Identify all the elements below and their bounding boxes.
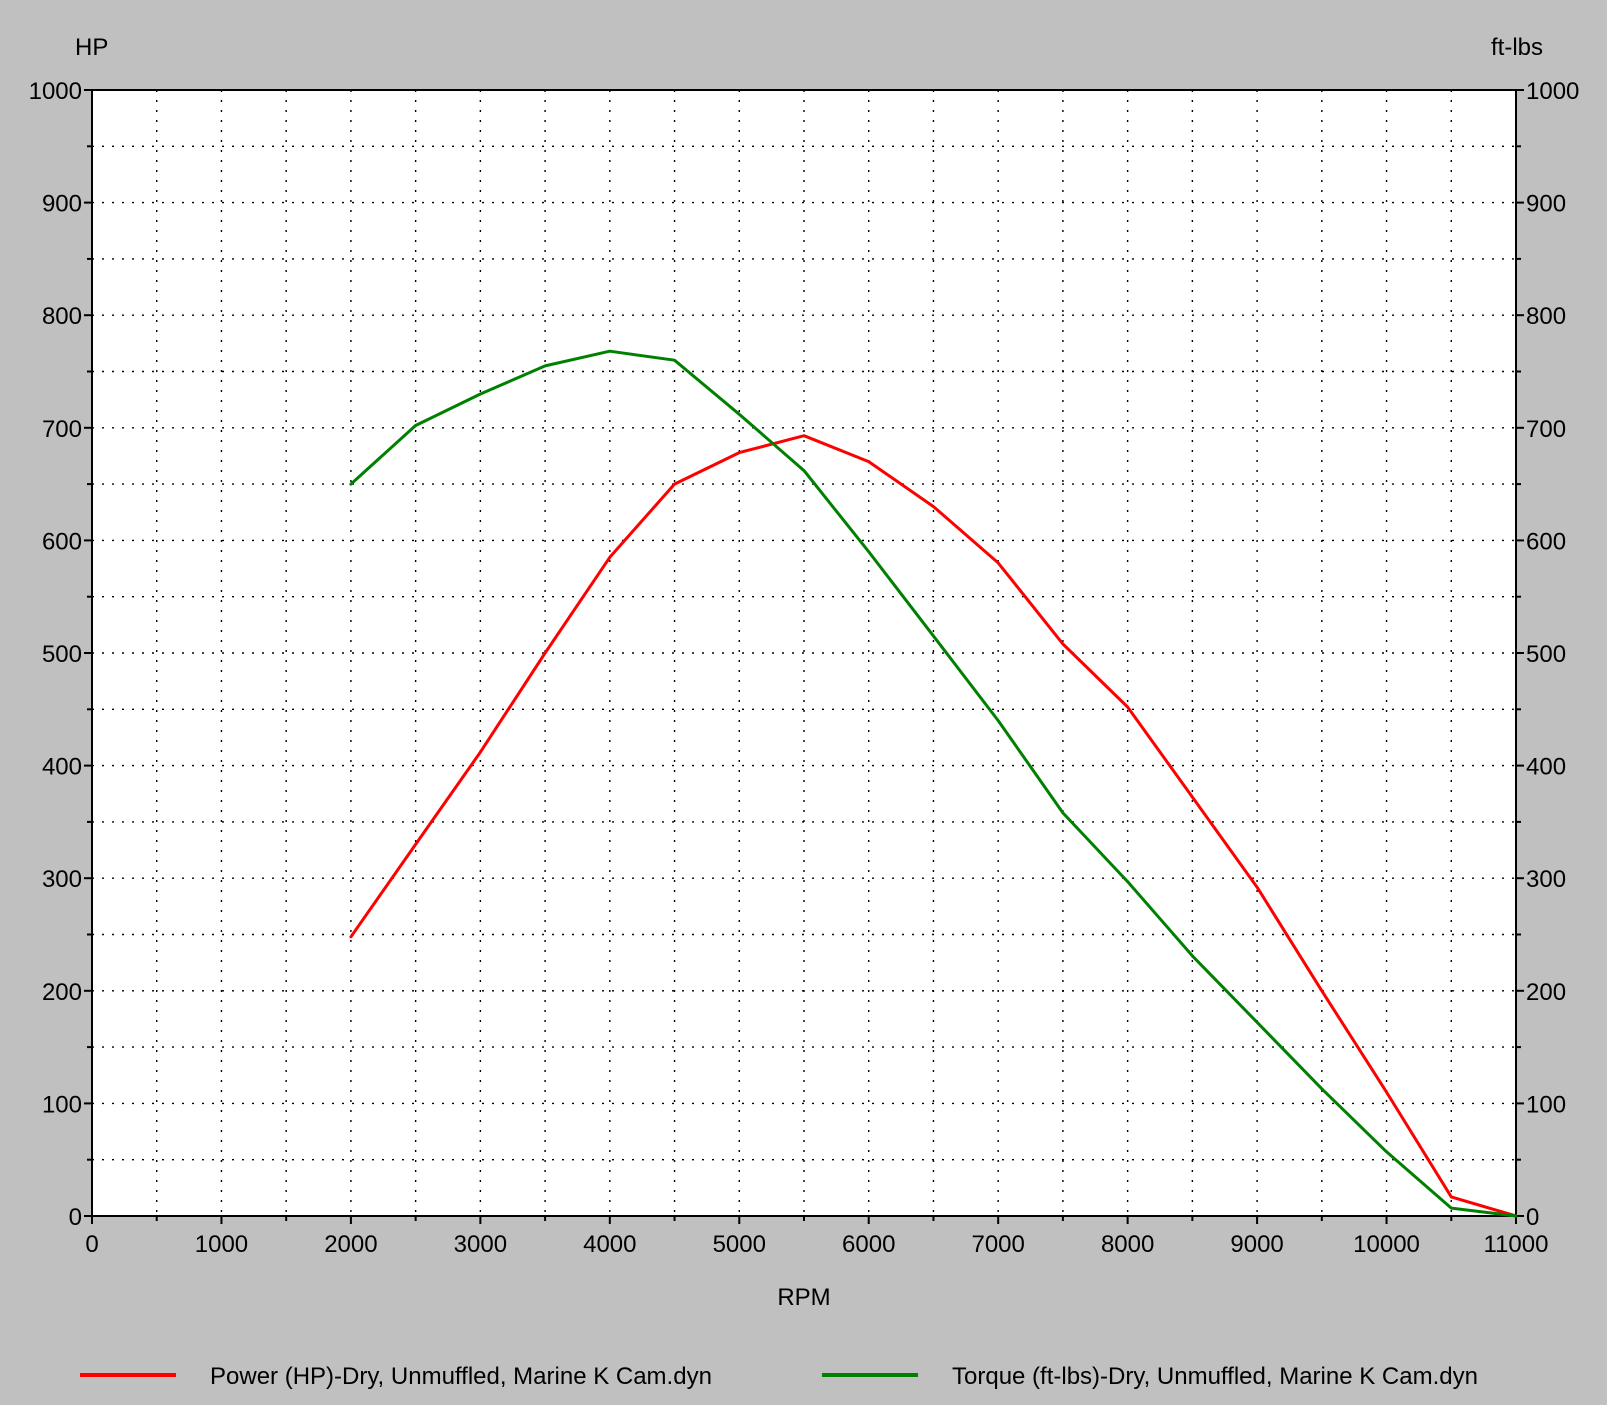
- x-tick-label: 3000: [454, 1231, 507, 1258]
- legend-label: Power (HP)-Dry, Unmuffled, Marine K Cam.…: [210, 1363, 712, 1390]
- y-right-tick-label: 400: [1526, 754, 1566, 781]
- y-left-tick-label: 800: [42, 303, 82, 330]
- y-right-tick-label: 0: [1526, 1204, 1539, 1231]
- y-left-tick-label: 900: [42, 191, 82, 218]
- x-tick-label: 7000: [971, 1231, 1024, 1258]
- y-right-tick-label: 800: [1526, 303, 1566, 330]
- y-right-tick-label: 700: [1526, 416, 1566, 443]
- x-tick-label: 8000: [1101, 1231, 1154, 1258]
- legend-label: Torque (ft-lbs)-Dry, Unmuffled, Marine K…: [952, 1363, 1478, 1390]
- legend: Power (HP)-Dry, Unmuffled, Marine K Cam.…: [80, 1363, 1478, 1390]
- y-right-tick-label: 600: [1526, 528, 1566, 555]
- y-left-tick-label: 300: [42, 866, 82, 893]
- x-axis-label: RPM: [777, 1284, 830, 1311]
- x-tick-label: 1000: [195, 1231, 248, 1258]
- y-right-tick-label: 1000: [1526, 78, 1579, 105]
- x-tick-label: 4000: [583, 1231, 636, 1258]
- y-right-tick-label: 900: [1526, 191, 1566, 218]
- x-tick-label: 9000: [1230, 1231, 1283, 1258]
- y-right-tick-label: 300: [1526, 866, 1566, 893]
- y-left-tick-label: 400: [42, 754, 82, 781]
- y-left-tick-label: 1000: [29, 78, 82, 105]
- x-tick-label: 0: [85, 1231, 98, 1258]
- y-left-tick-label: 600: [42, 528, 82, 555]
- y-left-tick-label: 500: [42, 641, 82, 668]
- y-left-tick-label: 700: [42, 416, 82, 443]
- y-left-tick-label: 0: [69, 1204, 82, 1231]
- y-left-tick-label: 200: [42, 979, 82, 1006]
- y-right-tick-label: 100: [1526, 1091, 1566, 1118]
- x-tick-label: 6000: [842, 1231, 895, 1258]
- y-right-tick-label: 200: [1526, 979, 1566, 1006]
- x-tick-label: 2000: [324, 1231, 377, 1258]
- x-tick-label: 5000: [713, 1231, 766, 1258]
- y-right-axis-label: ft-lbs: [1491, 34, 1543, 61]
- x-tick-label: 10000: [1353, 1231, 1420, 1258]
- y-left-axis-label: HP: [75, 34, 108, 61]
- x-tick-label: 11000: [1484, 1231, 1549, 1258]
- y-right-tick-label: 500: [1526, 641, 1566, 668]
- y-left-tick-label: 100: [42, 1091, 82, 1118]
- dyno-chart: HP ft-lbs 0 1000 2000 3000 4000 5000 6000 7000 8…: [29, 34, 1580, 1390]
